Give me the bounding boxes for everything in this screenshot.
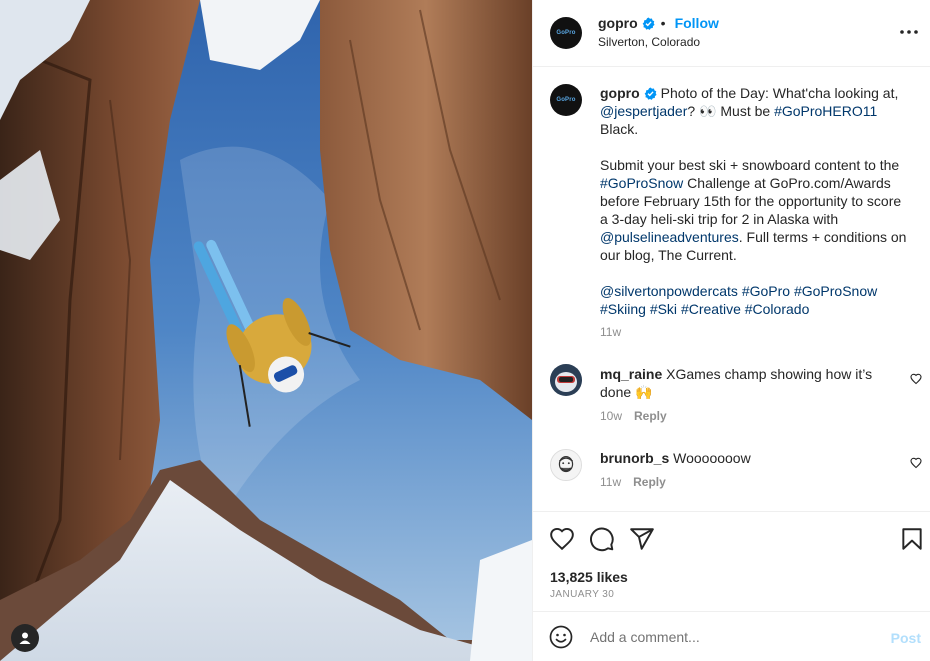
comment-timestamp[interactable]: 11w [600,475,621,489]
hashtag-link[interactable]: #GoProSnow [600,175,683,191]
author-avatar[interactable]: GoPro [550,17,582,49]
comment-timestamp[interactable]: 10w [600,409,622,423]
post-comment-button[interactable]: Post [891,630,921,646]
post-date[interactable]: JANUARY 30 [550,589,614,600]
post-photo[interactable] [0,0,532,661]
post-caption: gopro Photo of the Day: What'cha looking … [600,84,912,318]
bookmark-icon[interactable] [899,526,925,552]
post-actions: 13,825 likes JANUARY 30 [533,511,930,611]
comment-like-icon[interactable] [910,457,922,469]
hashtag-link[interactable]: #Colorado [745,301,810,317]
separator-dot: • [660,15,666,31]
post-header: GoPro gopro • Follow Silverton, Colorado [533,0,930,67]
hashtag-link[interactable]: #GoProHERO11 [774,103,877,119]
post-location[interactable]: Silverton, Colorado [598,35,700,49]
mention-link[interactable]: @jespertjader [600,103,687,119]
author-username[interactable]: gopro [598,15,638,31]
caption-username[interactable]: gopro [600,85,640,101]
hashtag-link[interactable]: #Skiing [600,301,646,317]
comment-input[interactable] [590,627,870,647]
follow-button[interactable]: Follow [675,15,719,31]
comment-meta: 11w Reply [600,475,666,489]
share-icon[interactable] [629,526,655,552]
emoji-icon[interactable] [549,625,573,649]
comment-text: Wooooooow [673,450,751,466]
caption-timestamp[interactable]: 11w [600,325,621,339]
hashtag-link[interactable]: #Creative [681,301,741,317]
commenter-avatar-image [550,364,582,396]
avatar-logo-text: GoPro [556,30,576,36]
hashtag-link[interactable]: #Ski [650,301,677,317]
caption-text: Photo of the Day: What'cha looking at, [660,85,903,101]
comment-item: brunorb_s Wooooooow [600,449,900,467]
caption-text: ? 👀 Must be [687,103,775,119]
comment-username[interactable]: brunorb_s [600,450,669,466]
comment-meta: 10w Reply [600,409,667,423]
post-details-panel: GoPro gopro • Follow Silverton, Colorado… [532,0,930,661]
avatar-logo-text: GoPro [556,97,576,103]
user-tag-button[interactable] [11,624,39,652]
hashtag-link[interactable]: #GoPro [742,283,790,299]
caption-author-avatar[interactable]: GoPro [550,84,582,116]
heart-icon[interactable] [549,526,575,552]
comment-username[interactable]: mq_raine [600,366,662,382]
user-tag-icon [19,632,31,644]
reply-button[interactable]: Reply [633,475,666,489]
commenter-avatar[interactable] [550,364,582,396]
verified-badge-icon [644,87,657,100]
comment-icon[interactable] [589,526,615,552]
header-user-row: gopro • Follow [598,15,719,31]
verified-badge-icon [642,16,655,30]
post-image [0,0,532,661]
caption-text: Submit your best ski + snowboard content… [600,157,904,173]
reply-button[interactable]: Reply [634,409,667,423]
commenter-avatar-image [551,450,581,480]
commenter-avatar[interactable] [550,449,582,481]
add-comment-bar: Post [533,611,930,661]
more-options-button[interactable] [899,22,919,42]
likes-count[interactable]: 13,825 likes [550,569,628,585]
comment-item: mq_raine XGames champ showing how it’s d… [600,365,900,401]
more-options-icon [900,30,918,34]
mention-link[interactable]: @silvertonpowdercats [600,283,738,299]
mention-link[interactable]: @pulselineadventures [600,229,739,245]
comment-like-icon[interactable] [910,373,922,385]
hashtag-link[interactable]: #GoProSnow [794,283,877,299]
